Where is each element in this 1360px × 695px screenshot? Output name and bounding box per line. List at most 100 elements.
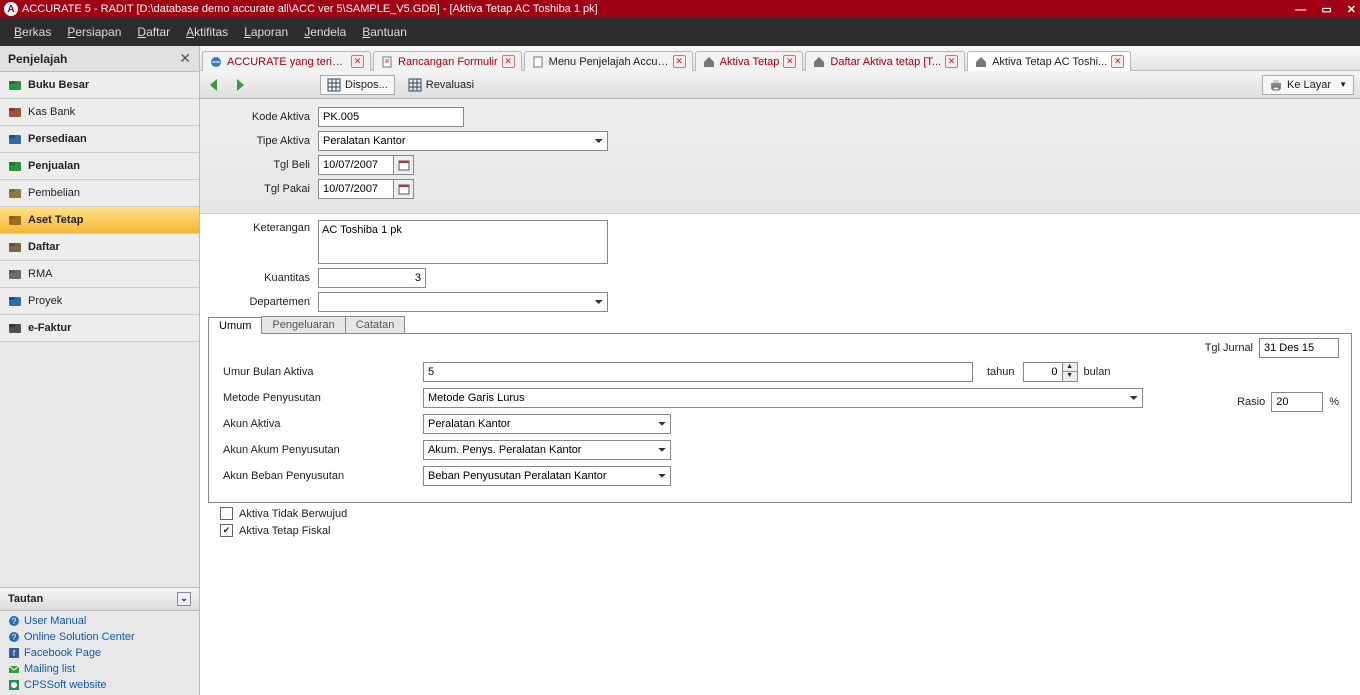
menu-jendela[interactable]: Jendela <box>298 21 352 43</box>
menu-bantuan[interactable]: Bantuan <box>356 21 413 43</box>
doc-tab-label: Aktiva Tetap <box>720 56 780 68</box>
tab-close-icon[interactable]: ✕ <box>673 55 686 68</box>
akun-akum-select[interactable]: Akum. Penys. Peralatan Kantor <box>423 440 671 460</box>
tab-pengeluaran[interactable]: Pengeluaran <box>261 316 345 333</box>
doc-tab[interactable]: Aktiva Tetap ✕ <box>695 51 804 72</box>
akun-aktiva-label: Akun Aktiva <box>223 418 423 430</box>
sidebar-item-proyek[interactable]: Proyek <box>0 288 199 315</box>
spin-up-icon[interactable]: ▲ <box>1063 363 1077 372</box>
umur-tahun-input[interactable] <box>423 362 973 382</box>
folder-icon <box>8 267 22 281</box>
menu-laporan[interactable]: Laporan <box>238 21 294 43</box>
spin-down-icon[interactable]: ▼ <box>1063 372 1077 381</box>
page-icon <box>531 55 545 69</box>
sidebar-item-daftar[interactable]: Daftar <box>0 234 199 261</box>
doc-tab[interactable]: Daftar Aktiva tetap [T... ✕ <box>805 51 965 72</box>
sidebar-item-buku-besar[interactable]: Buku Besar <box>0 72 199 99</box>
link-label: Mailing list <box>24 663 75 675</box>
doc-tab[interactable]: Rancangan Formulir ✕ <box>373 51 522 72</box>
link-label: Facebook Page <box>24 647 101 659</box>
doc-tab[interactable]: Menu Penjelajah Accur... ✕ <box>524 51 693 72</box>
menu-persiapan[interactable]: Persiapan <box>61 21 127 43</box>
minimize-button[interactable]: — <box>1295 4 1306 16</box>
kuantitas-input[interactable] <box>318 268 426 288</box>
akun-beban-label: Akun Beban Penyusutan <box>223 470 423 482</box>
link-user-manual[interactable]: ?User Manual <box>6 613 193 629</box>
sidebar-item-aset-tetap[interactable]: Aset Tetap <box>0 207 199 234</box>
keterangan-input[interactable]: AC Toshiba 1 pk <box>318 220 608 264</box>
link-cpssoft-website[interactable]: CPSSoft website <box>6 677 193 693</box>
tab-close-icon[interactable]: ✕ <box>502 55 515 68</box>
revaluate-button[interactable]: Revaluasi <box>401 75 481 95</box>
link-online-solution-center[interactable]: ?Online Solution Center <box>6 629 193 645</box>
tgl-beli-calendar-button[interactable] <box>394 155 414 175</box>
folder-icon <box>8 105 22 119</box>
sidebar-item-penjualan[interactable]: Penjualan <box>0 153 199 180</box>
revaluate-label: Revaluasi <box>426 79 474 91</box>
dispose-button[interactable]: Dispos... <box>320 75 395 95</box>
doc-tab-label: Aktiva Tetap AC Toshi... <box>992 56 1107 68</box>
tab-close-icon[interactable]: ✕ <box>945 55 958 68</box>
maximize-button[interactable]: ▭ <box>1321 4 1331 16</box>
tab-umum[interactable]: Umum <box>208 317 262 334</box>
fiskal-checkbox[interactable]: ✔ <box>220 524 233 537</box>
grid-icon <box>408 78 422 92</box>
kuantitas-label: Kuantitas <box>208 272 318 284</box>
menu-daftar[interactable]: Daftar <box>131 21 176 43</box>
app-logo-icon: A <box>4 2 18 16</box>
rasio-input <box>1271 392 1323 412</box>
umur-bulan-spinner[interactable]: ▲▼ <box>1063 362 1078 382</box>
explorer-header: Penjelajah ✕ <box>0 46 199 72</box>
akun-beban-select[interactable]: Beban Penyusutan Peralatan Kantor <box>423 466 671 486</box>
sidebar-item-kas-bank[interactable]: Kas Bank <box>0 99 199 126</box>
tgl-pakai-input[interactable] <box>318 179 394 199</box>
departemen-select[interactable] <box>318 292 608 312</box>
sidebar-item-rma[interactable]: RMA <box>0 261 199 288</box>
umur-bulan-input[interactable] <box>1023 362 1063 382</box>
doc-tab[interactable]: ACCURATE yang terinstall t... ✕ <box>202 51 371 72</box>
kode-aktiva-label: Kode Aktiva <box>208 111 318 123</box>
akun-aktiva-select[interactable]: Peralatan Kantor <box>423 414 671 434</box>
tgl-pakai-calendar-button[interactable] <box>394 179 414 199</box>
metode-select[interactable]: Metode Garis Lurus <box>423 388 1143 408</box>
chevron-down-icon[interactable]: ⌄ <box>177 592 191 606</box>
tab-close-icon[interactable]: ✕ <box>351 55 364 68</box>
link-icon <box>8 663 20 675</box>
tab-close-icon[interactable]: ✕ <box>783 55 796 68</box>
tab-close-icon[interactable]: ✕ <box>1111 55 1124 68</box>
tgl-beli-input[interactable] <box>318 155 394 175</box>
close-button[interactable]: ✕ <box>1347 4 1356 16</box>
title-bar: A ACCURATE 5 - RADIT [D:\database demo a… <box>0 0 1360 18</box>
tgl-jurnal-input[interactable] <box>1259 338 1339 358</box>
nav-back-button[interactable] <box>206 76 224 94</box>
intangible-label: Aktiva Tidak Berwujud <box>239 508 347 520</box>
link-icon: ? <box>8 615 20 627</box>
menu-berkas[interactable]: Berkas <box>8 21 57 43</box>
link-mailing-list[interactable]: Mailing list <box>6 661 193 677</box>
tab-catatan[interactable]: Catatan <box>345 316 406 333</box>
ke-layar-button[interactable]: Ke Layar ▼ <box>1262 75 1354 95</box>
menu-bar: Berkas Persiapan Daftar Aktifitas Lapora… <box>0 18 1360 46</box>
calendar-icon <box>398 183 410 195</box>
tipe-aktiva-select[interactable]: Peralatan Kantor <box>318 131 608 151</box>
window-title: ACCURATE 5 - RADIT [D:\database demo acc… <box>22 3 598 15</box>
tautan-header[interactable]: Tautan ⌄ <box>0 587 199 611</box>
sidebar-item-pembelian[interactable]: Pembelian <box>0 180 199 207</box>
kode-aktiva-input[interactable] <box>318 107 464 127</box>
sidebar-item-label: Aset Tetap <box>28 214 83 226</box>
sidebar-item-persediaan[interactable]: Persediaan <box>0 126 199 153</box>
umur-label: Umur Bulan Aktiva <box>223 366 423 378</box>
doc-tab[interactable]: Aktiva Tetap AC Toshi... ✕ <box>967 51 1131 72</box>
home-icon <box>974 55 988 69</box>
tahun-text: tahun <box>987 366 1015 378</box>
intangible-checkbox[interactable] <box>220 507 233 520</box>
sidebar-item-e-faktur[interactable]: e-Faktur <box>0 315 199 342</box>
bulan-text: bulan <box>1084 366 1111 378</box>
explorer-close-icon[interactable]: ✕ <box>179 50 191 67</box>
menu-aktifitas[interactable]: Aktifitas <box>180 21 234 43</box>
printer-icon <box>1269 78 1283 92</box>
toolbar: Dispos... Revaluasi Ke Layar ▼ <box>200 71 1360 99</box>
nav-forward-button[interactable] <box>230 76 248 94</box>
rasio-unit: % <box>1329 396 1339 408</box>
link-facebook-page[interactable]: fFacebook Page <box>6 645 193 661</box>
